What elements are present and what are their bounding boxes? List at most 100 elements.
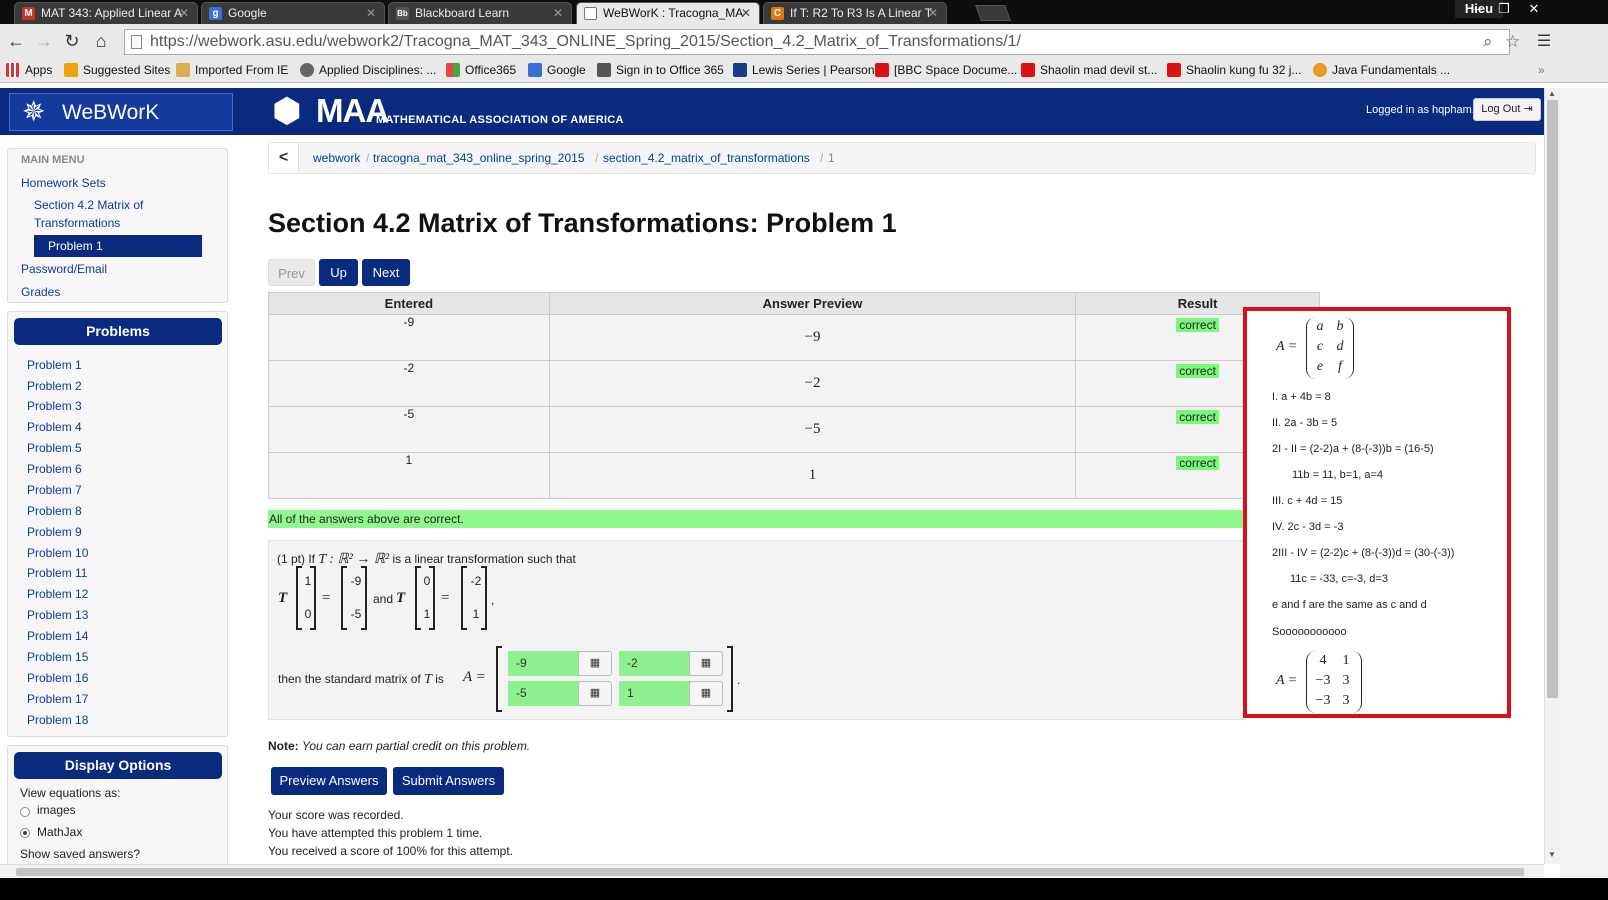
- close-icon[interactable]: ✕: [741, 3, 751, 24]
- answer-input-2[interactable]: -2: [619, 651, 691, 676]
- problem-link-1[interactable]: Problem 1: [27, 358, 82, 372]
- problem-link-13[interactable]: Problem 13: [27, 608, 88, 622]
- horizontal-scrollbar[interactable]: [0, 864, 1544, 878]
- answer-input-4[interactable]: 1: [619, 681, 691, 706]
- breadcrumb-current: 1: [828, 151, 835, 165]
- up-button[interactable]: Up: [319, 259, 358, 286]
- bookmark-imported[interactable]: Imported From IE: [176, 62, 288, 78]
- answer-input-3[interactable]: -5: [508, 681, 580, 706]
- password-email-link[interactable]: Password/Email: [21, 260, 107, 278]
- scroll-down-arrow-icon[interactable]: ▼: [1548, 850, 1556, 859]
- problem-link-9[interactable]: Problem 9: [27, 525, 82, 539]
- answer-input-1[interactable]: -9: [508, 651, 580, 676]
- logout-button[interactable]: Log Out ⇥: [1473, 98, 1541, 121]
- java-icon: [1313, 63, 1327, 77]
- tab-chegg[interactable]: C If T: R2 To R3 Is A Linear T ✕: [763, 2, 947, 24]
- problem-link-2[interactable]: Problem 2: [27, 379, 82, 393]
- images-radio[interactable]: [20, 807, 30, 817]
- bookmark-signin-office[interactable]: Sign in to Office 365: [597, 62, 724, 78]
- problem-link-7[interactable]: Problem 7: [27, 483, 82, 497]
- matrix-grid-icon[interactable]: ▦: [689, 681, 723, 706]
- section-link-line1[interactable]: Section 4.2 Matrix of: [34, 196, 143, 214]
- problem-link-6[interactable]: Problem 6: [27, 462, 82, 476]
- bookmark-apps[interactable]: Apps: [6, 62, 52, 78]
- vertical-scrollbar[interactable]: ▲ ▼: [1544, 88, 1560, 864]
- back-arrow-icon[interactable]: ←: [5, 31, 27, 52]
- close-icon[interactable]: ✕: [179, 3, 189, 24]
- more-bookmarks-icon[interactable]: »: [1538, 62, 1545, 78]
- problem-link-14[interactable]: Problem 14: [27, 629, 88, 643]
- reload-icon[interactable]: ↻: [61, 31, 83, 52]
- scroll-up-arrow-icon[interactable]: ▲: [1548, 89, 1556, 98]
- bookmark-java[interactable]: Java Fundamentals ...: [1313, 62, 1450, 78]
- tab-google[interactable]: g Google ✕: [201, 2, 385, 24]
- bookmark-applied[interactable]: Applied Disciplines: ...: [300, 62, 436, 78]
- youtube-icon: [1021, 63, 1035, 77]
- window-close-button[interactable]: ✕: [1517, 0, 1551, 18]
- mathjax-radio[interactable]: [20, 828, 30, 838]
- star-icon[interactable]: ☆: [1505, 30, 1520, 54]
- close-icon[interactable]: ✕: [553, 3, 563, 24]
- close-icon[interactable]: ✕: [928, 3, 938, 24]
- matrix-grid-icon[interactable]: ▦: [578, 651, 612, 676]
- breadcrumb-course[interactable]: tracogna_mat_343_online_spring_2015: [373, 151, 585, 165]
- window-restore-button[interactable]: ❐: [1491, 0, 1517, 18]
- bookmark-google[interactable]: Google: [528, 62, 586, 78]
- window-minimize-button[interactable]: –: [1465, 0, 1491, 18]
- close-icon[interactable]: ✕: [366, 3, 376, 24]
- correct-badge: correct: [1176, 410, 1219, 424]
- tab-webwork[interactable]: WeBWorK : Tracogna_MA ✕: [576, 2, 760, 24]
- logout-label: Log Out: [1481, 103, 1521, 115]
- matrix-grid-icon[interactable]: ▦: [578, 681, 612, 706]
- problem-link-8[interactable]: Problem 8: [27, 504, 82, 518]
- tab-blackboard[interactable]: Bb Blackboard Learn ✕: [388, 2, 572, 24]
- problem-link-5[interactable]: Problem 5: [27, 441, 82, 455]
- problem-link-15[interactable]: Problem 15: [27, 650, 88, 664]
- back-button[interactable]: <: [269, 143, 299, 173]
- problem-link-11[interactable]: Problem 11: [27, 566, 87, 580]
- forward-arrow-icon[interactable]: →: [33, 31, 55, 52]
- bookmark-shaolin2[interactable]: Shaolin kung fu 32 j...: [1167, 62, 1301, 78]
- matrix-cell: 4: [1319, 653, 1327, 668]
- search-icon[interactable]: ⌕: [1483, 30, 1493, 54]
- entered-cell: 1: [268, 452, 550, 499]
- home-icon[interactable]: ⌂: [90, 31, 112, 52]
- display-options-header-button[interactable]: Display Options: [14, 752, 222, 779]
- matrix-grid-icon[interactable]: ▦: [689, 651, 723, 676]
- problem-body: (1 pt) If T : ℝ² → ℝ² is a linear transf…: [268, 540, 1244, 720]
- problem-link-12[interactable]: Problem 12: [27, 587, 88, 601]
- prev-button[interactable]: Prev: [268, 259, 315, 286]
- bookmark-suggested[interactable]: Suggested Sites: [64, 62, 170, 78]
- matrix-cell: −3: [1315, 693, 1331, 708]
- problem-link-18[interactable]: Problem 18: [27, 713, 88, 727]
- menu-icon[interactable]: ☰: [1533, 31, 1555, 51]
- problem-link-16[interactable]: Problem 16: [27, 671, 88, 685]
- problem-link-4[interactable]: Problem 4: [27, 420, 82, 434]
- problem-link-3[interactable]: Problem 3: [27, 399, 82, 413]
- address-bar[interactable]: https://webwork.asu.edu/webwork2/Tracogn…: [124, 29, 1520, 55]
- bookmark-pearson[interactable]: Lewis Series | Pearson: [733, 62, 875, 78]
- new-tab-button[interactable]: [975, 5, 1011, 21]
- tab-mat343[interactable]: M MAT 343: Applied Linear A ✕: [14, 2, 198, 24]
- breadcrumb-section[interactable]: section_4.2_matrix_of_transformations: [603, 151, 810, 165]
- problems-header-button[interactable]: Problems: [14, 318, 222, 345]
- problem-link-17[interactable]: Problem 17: [27, 692, 88, 706]
- scrollbar-thumb[interactable]: [1547, 100, 1558, 698]
- breadcrumb-webwork[interactable]: webwork: [313, 151, 360, 165]
- problem-link-10[interactable]: Problem 10: [27, 546, 88, 560]
- scrollbar-thumb[interactable]: [16, 868, 1524, 876]
- bookmark-shaolin1[interactable]: Shaolin mad devil st...: [1021, 62, 1157, 78]
- submit-answers-button[interactable]: Submit Answers: [393, 767, 504, 795]
- apps-icon: [6, 63, 20, 77]
- homework-sets-link[interactable]: Homework Sets: [21, 174, 106, 192]
- next-button[interactable]: Next: [362, 259, 410, 286]
- matrix-cell: d: [1336, 339, 1344, 354]
- section-link-line2[interactable]: Transformations: [34, 214, 120, 232]
- bookmark-bbc[interactable]: [BBC Space Docume...: [875, 62, 1017, 78]
- active-problem-link[interactable]: Problem 1: [34, 235, 202, 257]
- grades-link[interactable]: Grades: [21, 283, 60, 301]
- bookmark-office365[interactable]: Office365: [446, 62, 516, 78]
- preview-answers-button[interactable]: Preview Answers: [271, 767, 387, 795]
- webwork-logo[interactable]: ✵ WeBWorK: [9, 93, 233, 131]
- table-row: 1 1 correct: [268, 452, 1320, 499]
